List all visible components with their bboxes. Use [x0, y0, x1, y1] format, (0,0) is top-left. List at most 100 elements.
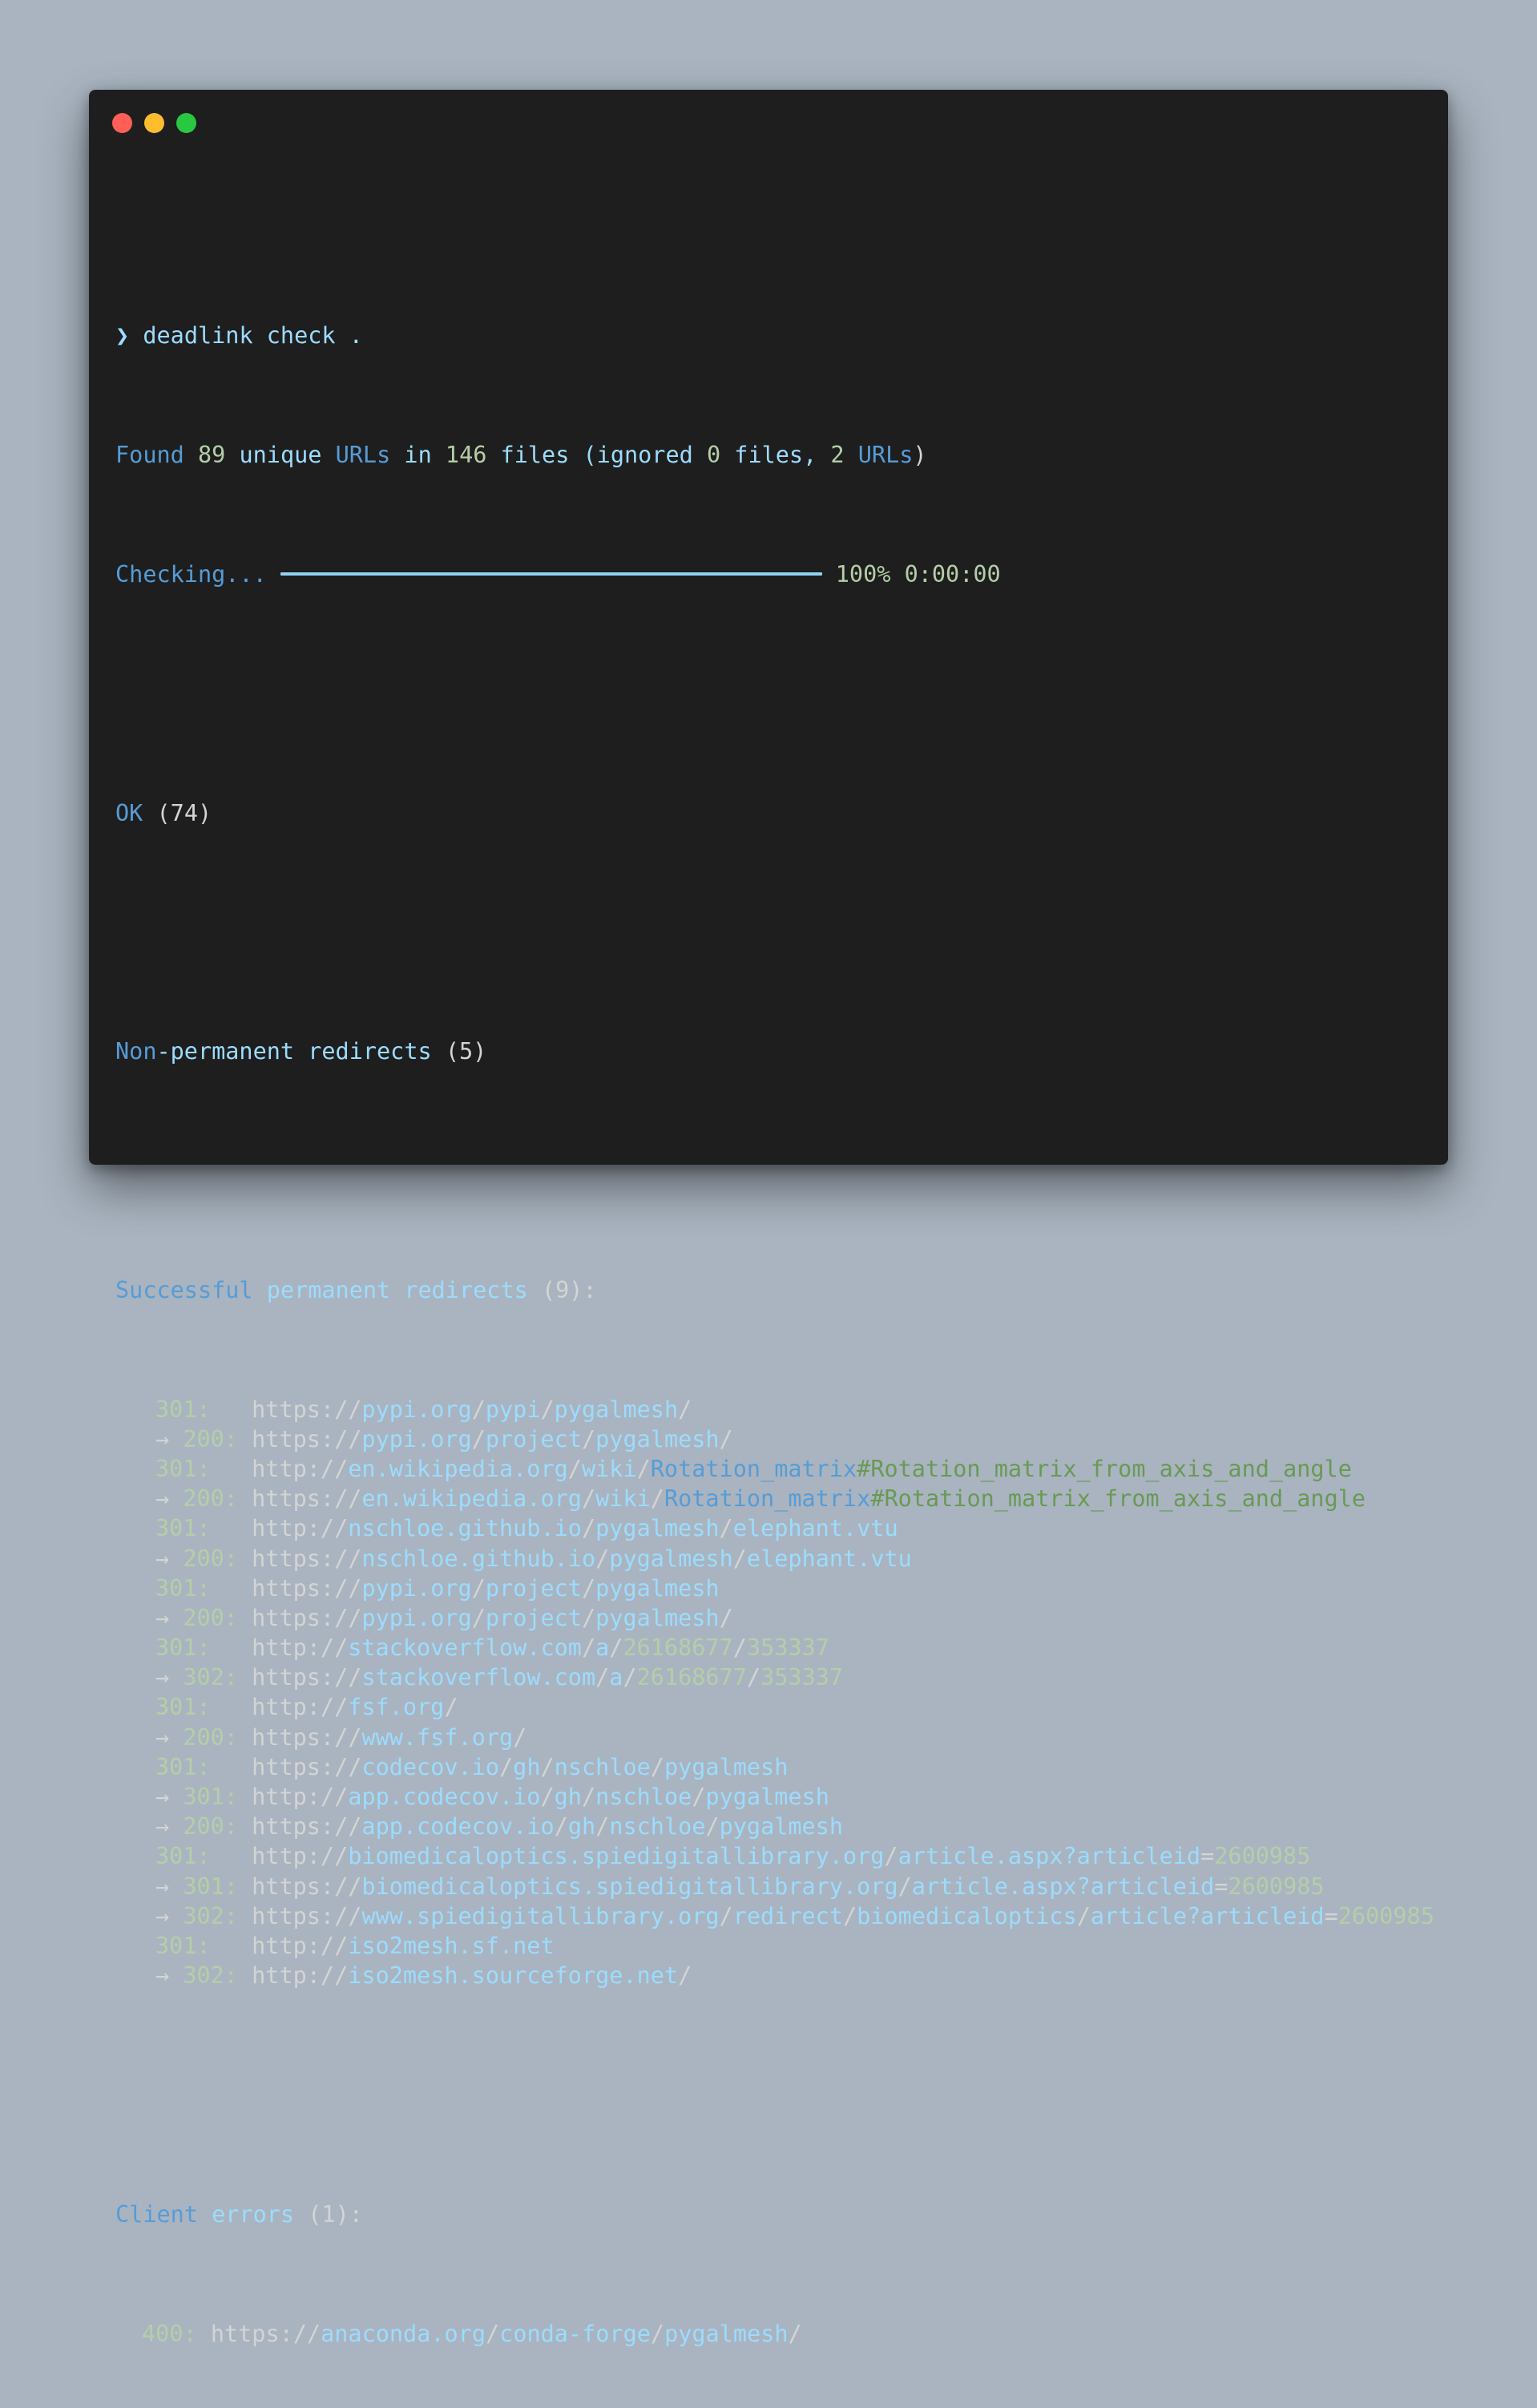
- url-segment: https://: [252, 1485, 362, 1513]
- url-segment: wiki: [595, 1485, 651, 1513]
- url-text[interactable]: https://stackoverflow.com/a/26168677/353…: [252, 1664, 843, 1691]
- url-segment: gh: [567, 1813, 596, 1840]
- url-segment: pypi.org: [361, 1574, 472, 1602]
- url-segment: biomedicaloptics: [857, 1902, 1077, 1929]
- url-segment: pygalmesh: [595, 1574, 720, 1602]
- arrow-icon: →: [155, 1545, 184, 1572]
- url-segment: /: [788, 2320, 802, 2347]
- client-errors-heading: Client errors (1):: [115, 2200, 1432, 2229]
- in-label: in: [404, 442, 432, 469]
- ignored-urls-count: 2: [830, 442, 845, 469]
- url-segment: 2600985: [1214, 1843, 1311, 1870]
- status-code: 200:: [183, 1813, 238, 1840]
- url-segment: Rotation_matrix: [650, 1455, 857, 1482]
- url-segment: /: [650, 1485, 664, 1513]
- url-segment: 2600985: [1337, 1902, 1434, 1929]
- url-segment: /: [540, 1396, 555, 1423]
- url-text[interactable]: http://nschloe.github.io/pygalmesh/eleph…: [252, 1515, 898, 1541]
- url-text[interactable]: https://www.fsf.org/: [252, 1724, 526, 1751]
- prompt-line: ❯ deadlink check .: [115, 321, 1432, 350]
- url-segment: pygalmesh: [719, 1813, 844, 1840]
- url-segment: 26168677: [636, 1664, 747, 1691]
- client-error-list: 400: https://anaconda.org/conda-forge/py…: [115, 2319, 1432, 2349]
- url-text[interactable]: https://biomedicaloptics.spiedigitallibr…: [252, 1873, 1324, 1900]
- url-text[interactable]: http://biomedicaloptics.spiedigitallibra…: [252, 1843, 1310, 1869]
- ok-line: OK (74): [115, 798, 1432, 828]
- url-segment: /: [581, 1574, 596, 1602]
- client-error-row: 400: https://anaconda.org/conda-forge/py…: [115, 2319, 1432, 2349]
- url-segment: http://: [252, 1843, 349, 1870]
- non-permanent-line: Non-permanent redirects (5): [115, 1036, 1432, 1066]
- url-text[interactable]: http://en.wikipedia.org/wiki/Rotation_ma…: [252, 1456, 1352, 1482]
- status-code: 301:: [155, 1574, 211, 1602]
- unique-label: unique: [239, 442, 322, 469]
- successful-colon: :: [583, 1276, 597, 1303]
- redirect-row: 301: http://nschloe.github.io/pygalmesh/…: [115, 1513, 1432, 1543]
- url-segment: pypi: [485, 1396, 541, 1423]
- arrow-icon: →: [155, 1813, 184, 1840]
- url-segment: /: [581, 1634, 596, 1662]
- url-text[interactable]: http://app.codecov.io/gh/nschloe/pygalme…: [252, 1784, 829, 1810]
- zoom-button[interactable]: [176, 113, 196, 133]
- url-segment: /: [499, 1753, 514, 1780]
- client-word: Client: [115, 2200, 198, 2228]
- url-segment: https://: [210, 2320, 321, 2347]
- redirect-row: 301: http://iso2mesh.sf.net: [115, 1931, 1432, 1961]
- url-text[interactable]: http://iso2mesh.sourceforge.net/: [252, 1962, 692, 1989]
- url-segment: stackoverflow.com: [361, 1664, 596, 1691]
- url-text[interactable]: https://pypi.org/project/pygalmesh/: [252, 1426, 733, 1452]
- url-text[interactable]: https://app.codecov.io/gh/nschloe/pygalm…: [252, 1813, 843, 1840]
- url-segment: https://: [252, 1664, 362, 1691]
- url-text[interactable]: https://en.wikipedia.org/wiki/Rotation_m…: [252, 1485, 1366, 1512]
- progress-label: Checking...: [115, 561, 267, 588]
- url-segment: /: [719, 1902, 733, 1929]
- url-text[interactable]: https://www.spiedigitallibrary.org/redir…: [252, 1903, 1434, 1929]
- url-segment: #Rotation_matrix_from_axis_and_angle: [857, 1455, 1352, 1482]
- url-segment: /: [471, 1396, 486, 1423]
- terminal-window: ❯ deadlink check . Found 89 unique URLs …: [89, 90, 1448, 2347]
- url-text[interactable]: http://stackoverflow.com/a/26168677/3533…: [252, 1634, 829, 1661]
- url-segment: /: [636, 1455, 651, 1482]
- url-segment: /: [581, 1485, 596, 1513]
- url-text[interactable]: http://fsf.org/: [252, 1694, 458, 1720]
- progress-percent: 100%: [835, 561, 891, 588]
- url-segment: en.wikipedia.org: [361, 1485, 582, 1513]
- successful-count: (9): [541, 1276, 583, 1303]
- url-segment: =: [1324, 1902, 1338, 1929]
- redirect-row: → 302: https://www.spiedigitallibrary.or…: [115, 1901, 1434, 1931]
- url-segment: http://: [252, 1634, 349, 1662]
- urls-label-2: URLs: [857, 442, 914, 469]
- url-segment: /: [595, 1545, 610, 1572]
- redirect-row: → 302: https://stackoverflow.com/a/26168…: [115, 1663, 1432, 1692]
- status-code: 302:: [183, 1902, 238, 1929]
- minimize-button[interactable]: [144, 113, 164, 133]
- url-text[interactable]: https://nschloe.github.io/pygalmesh/elep…: [252, 1545, 912, 1572]
- url-segment: https://: [252, 1813, 362, 1840]
- arrow-icon: →: [155, 1784, 184, 1811]
- window-controls: [112, 113, 196, 133]
- close-button[interactable]: [112, 113, 132, 133]
- url-segment: www.spiedigitallibrary.org: [361, 1902, 720, 1929]
- url-segment: biomedicaloptics.spiedigitallibrary.org: [361, 1873, 898, 1900]
- url-text[interactable]: https://anaconda.org/conda-forge/pygalme…: [211, 2321, 802, 2347]
- url-segment: pygalmesh: [595, 1425, 720, 1452]
- url-segment: /: [678, 1396, 692, 1423]
- url-segment: #Rotation_matrix_from_axis_and_angle: [870, 1485, 1366, 1513]
- url-segment: wiki: [581, 1455, 637, 1482]
- url-text[interactable]: https://pypi.org/project/pygalmesh/: [252, 1605, 733, 1631]
- url-segment: nschloe.github.io: [348, 1515, 582, 1542]
- ok-label: OK: [115, 799, 143, 826]
- url-segment: a: [609, 1664, 623, 1691]
- url-text[interactable]: https://pypi.org/project/pygalmesh: [252, 1575, 719, 1602]
- url-segment: /: [678, 1962, 692, 1990]
- status-code: 301:: [155, 1455, 211, 1482]
- status-code: 302:: [183, 1664, 238, 1691]
- url-segment: http://: [252, 1455, 349, 1482]
- url-text[interactable]: http://iso2mesh.sf.net: [252, 1933, 555, 1959]
- non-permanent-count: (5): [445, 1038, 487, 1065]
- status-code: 200:: [183, 1604, 238, 1631]
- url-segment: /: [513, 1723, 527, 1751]
- client-errors-count: (1): [308, 2200, 349, 2228]
- url-text[interactable]: https://pypi.org/pypi/pygalmesh/: [252, 1396, 692, 1423]
- url-text[interactable]: https://codecov.io/gh/nschloe/pygalmesh: [252, 1754, 788, 1780]
